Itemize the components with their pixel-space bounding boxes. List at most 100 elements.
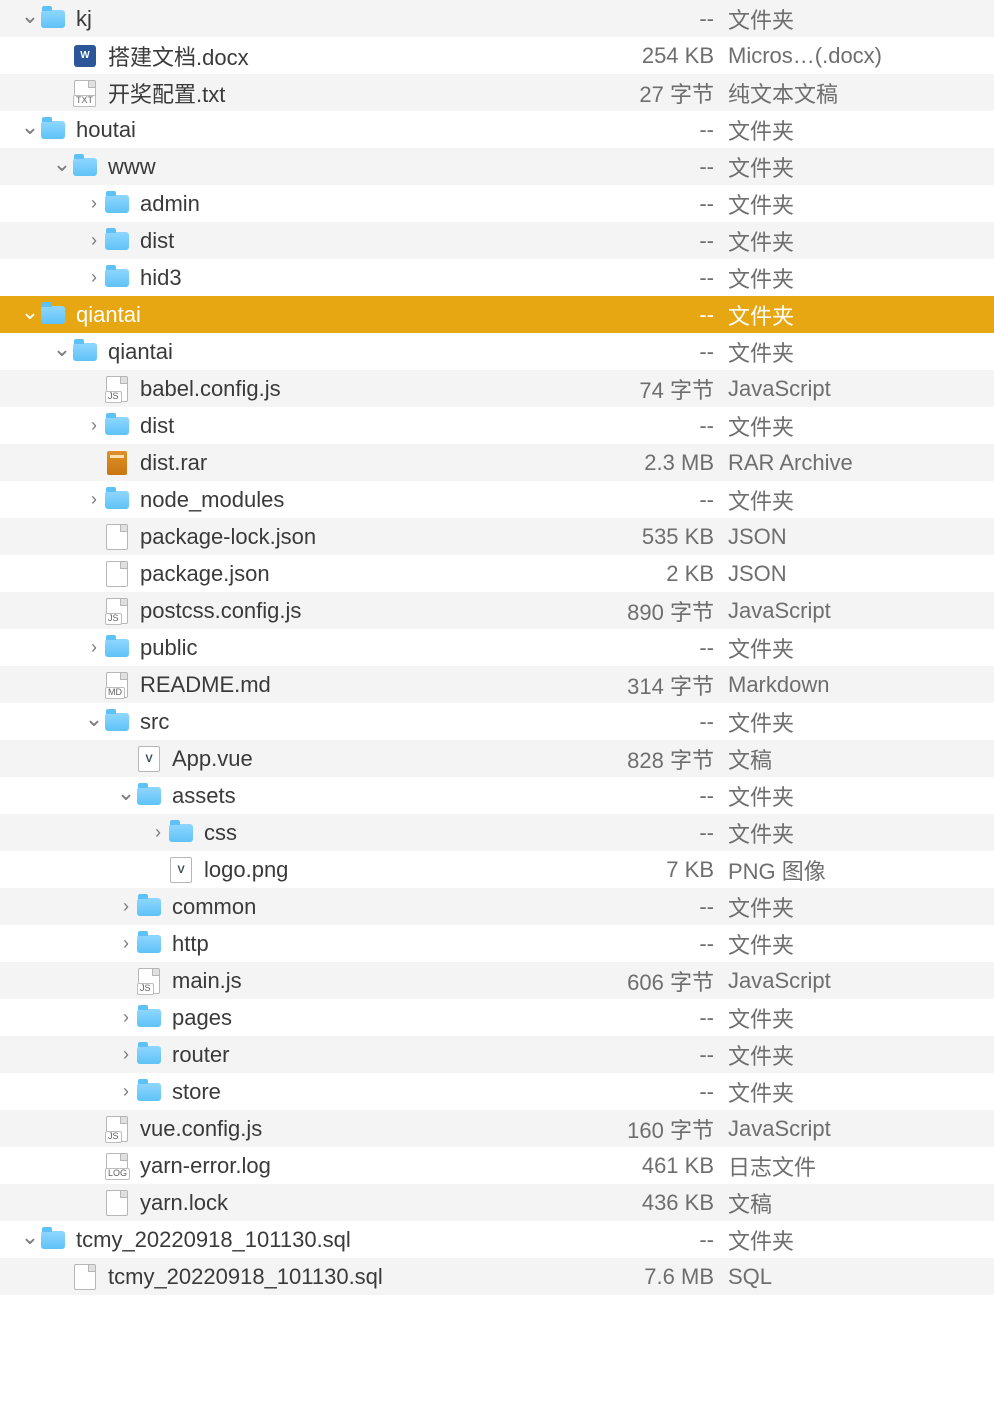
file-row[interactable]: ⌄src--文件夹 — [0, 703, 994, 740]
file-row[interactable]: ⌄qiantai--文件夹 — [0, 296, 994, 333]
js-file-icon: JS — [104, 598, 130, 624]
file-size: -- — [594, 1079, 728, 1105]
file-row[interactable]: ›admin--文件夹 — [0, 185, 994, 222]
file-row[interactable]: ›public--文件夹 — [0, 629, 994, 666]
file-row[interactable]: ⌄tcmy_20220918_101130.sql--文件夹 — [0, 1221, 994, 1258]
file-row[interactable]: yarn.lock436 KB文稿 — [0, 1184, 994, 1221]
folder-icon — [40, 117, 66, 143]
file-name: pages — [172, 1005, 594, 1031]
js-file-icon: JS — [104, 376, 130, 402]
file-row[interactable]: ›http--文件夹 — [0, 925, 994, 962]
file-name: package-lock.json — [140, 524, 594, 550]
file-kind: 文件夹 — [728, 114, 994, 146]
file-row[interactable]: package-lock.json535 KBJSON — [0, 518, 994, 555]
disclosure-down-icon[interactable]: ⌄ — [84, 706, 104, 732]
file-kind: 文稿 — [728, 743, 994, 775]
file-size: 890 字节 — [594, 595, 728, 627]
disclosure-right-icon[interactable]: › — [84, 230, 104, 251]
file-size: -- — [594, 228, 728, 254]
disclosure-down-icon[interactable]: ⌄ — [20, 1224, 40, 1250]
file-size: 7.6 MB — [594, 1264, 728, 1290]
folder-icon — [104, 709, 130, 735]
file-name: tcmy_20220918_101130.sql — [76, 1227, 594, 1253]
archive-icon — [104, 450, 130, 476]
file-name: yarn-error.log — [140, 1153, 594, 1179]
file-row[interactable]: ›hid3--文件夹 — [0, 259, 994, 296]
file-row[interactable]: ›node_modules--文件夹 — [0, 481, 994, 518]
file-size: -- — [594, 191, 728, 217]
file-row[interactable]: ⌄houtai--文件夹 — [0, 111, 994, 148]
file-row[interactable]: tcmy_20220918_101130.sql7.6 MBSQL — [0, 1258, 994, 1295]
disclosure-right-icon[interactable]: › — [148, 822, 168, 843]
file-kind: JSON — [728, 561, 994, 587]
disclosure-down-icon[interactable]: ⌄ — [52, 336, 72, 362]
file-row[interactable]: ›store--文件夹 — [0, 1073, 994, 1110]
file-kind: 文件夹 — [728, 780, 994, 812]
disclosure-right-icon[interactable]: › — [84, 193, 104, 214]
file-icon — [104, 1190, 130, 1216]
file-list[interactable]: ⌄kj--文件夹W搭建文档.docx254 KBMicros…(.docx)TX… — [0, 0, 994, 1295]
disclosure-right-icon[interactable]: › — [84, 637, 104, 658]
file-row[interactable]: dist.rar2.3 MBRAR Archive — [0, 444, 994, 481]
file-row[interactable]: ⌄assets--文件夹 — [0, 777, 994, 814]
disclosure-right-icon[interactable]: › — [84, 267, 104, 288]
file-size: 828 字节 — [594, 743, 728, 775]
file-row[interactable]: VApp.vue828 字节文稿 — [0, 740, 994, 777]
file-row[interactable]: ⌄qiantai--文件夹 — [0, 333, 994, 370]
disclosure-right-icon[interactable]: › — [116, 1007, 136, 1028]
file-row[interactable]: JSpostcss.config.js890 字节JavaScript — [0, 592, 994, 629]
file-name: yarn.lock — [140, 1190, 594, 1216]
file-row[interactable]: ⌄www--文件夹 — [0, 148, 994, 185]
file-kind: 文件夹 — [728, 891, 994, 923]
file-row[interactable]: package.json2 KBJSON — [0, 555, 994, 592]
file-row[interactable]: Vlogo.png7 KBPNG 图像 — [0, 851, 994, 888]
file-row[interactable]: MDREADME.md314 字节Markdown — [0, 666, 994, 703]
file-name: 搭建文档.docx — [108, 40, 594, 72]
file-row[interactable]: W搭建文档.docx254 KBMicros…(.docx) — [0, 37, 994, 74]
file-row[interactable]: ›router--文件夹 — [0, 1036, 994, 1073]
disclosure-right-icon[interactable]: › — [116, 1081, 136, 1102]
file-row[interactable]: JSmain.js606 字节JavaScript — [0, 962, 994, 999]
file-row[interactable]: ⌄kj--文件夹 — [0, 0, 994, 37]
file-row[interactable]: ›dist--文件夹 — [0, 407, 994, 444]
disclosure-right-icon[interactable]: › — [116, 1044, 136, 1065]
disclosure-right-icon[interactable]: › — [116, 896, 136, 917]
file-size: -- — [594, 154, 728, 180]
file-kind: 文件夹 — [728, 1002, 994, 1034]
file-row[interactable]: ›dist--文件夹 — [0, 222, 994, 259]
file-kind: 文件夹 — [728, 817, 994, 849]
disclosure-right-icon[interactable]: › — [84, 489, 104, 510]
file-row[interactable]: TXT开奖配置.txt27 字节纯文本文稿 — [0, 74, 994, 111]
file-name: common — [172, 894, 594, 920]
disclosure-right-icon[interactable]: › — [84, 415, 104, 436]
file-name: qiantai — [108, 339, 594, 365]
file-name: http — [172, 931, 594, 957]
file-size: 436 KB — [594, 1190, 728, 1216]
file-row[interactable]: ›css--文件夹 — [0, 814, 994, 851]
file-row[interactable]: JSvue.config.js160 字节JavaScript — [0, 1110, 994, 1147]
file-row[interactable]: JSbabel.config.js74 字节JavaScript — [0, 370, 994, 407]
disclosure-down-icon[interactable]: ⌄ — [52, 151, 72, 177]
file-row[interactable]: ›pages--文件夹 — [0, 999, 994, 1036]
file-kind: JavaScript — [728, 1116, 994, 1142]
file-size: -- — [594, 894, 728, 920]
vue-file-icon: V — [168, 857, 194, 883]
file-size: -- — [594, 339, 728, 365]
file-size: 254 KB — [594, 43, 728, 69]
folder-icon — [136, 1042, 162, 1068]
file-size: -- — [594, 413, 728, 439]
file-kind: 纯文本文稿 — [728, 77, 994, 109]
file-name: vue.config.js — [140, 1116, 594, 1142]
disclosure-down-icon[interactable]: ⌄ — [20, 114, 40, 140]
file-row[interactable]: LOGyarn-error.log461 KB日志文件 — [0, 1147, 994, 1184]
disclosure-down-icon[interactable]: ⌄ — [20, 3, 40, 29]
file-name: tcmy_20220918_101130.sql — [108, 1264, 594, 1290]
disclosure-down-icon[interactable]: ⌄ — [20, 299, 40, 325]
disclosure-right-icon[interactable]: › — [116, 933, 136, 954]
folder-icon — [104, 635, 130, 661]
file-size: -- — [594, 635, 728, 661]
markdown-file-icon: MD — [104, 672, 130, 698]
file-kind: JavaScript — [728, 376, 994, 402]
disclosure-down-icon[interactable]: ⌄ — [116, 780, 136, 806]
file-row[interactable]: › common--文件夹 — [0, 888, 994, 925]
